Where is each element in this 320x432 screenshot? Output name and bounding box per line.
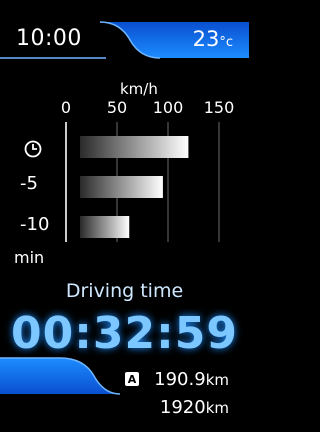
clock-icon xyxy=(24,140,42,158)
odometer-distance: 1920km xyxy=(160,397,229,418)
row-label-minus-10: -10 xyxy=(20,214,50,235)
trip-a-badge: A xyxy=(125,372,139,386)
speed-history-chart: km/h 0 50 100 150 -5 -10 min xyxy=(0,70,249,267)
cluster-display: 10:00 23°c km/h 0 50 100 150 -5 -10 min … xyxy=(0,0,249,432)
odometer-value: 1920 xyxy=(159,397,206,418)
y-unit-label: min xyxy=(14,248,45,267)
temperature-value: 23 xyxy=(192,27,220,51)
trip-distance-value: 190.9 xyxy=(154,369,206,390)
outside-temperature: 23°c xyxy=(193,27,233,51)
clock-time: 10:00 xyxy=(16,26,82,51)
status-bar: 10:00 23°c xyxy=(0,0,249,62)
trip-distance-unit: km xyxy=(205,371,229,389)
driving-time-label: Driving time xyxy=(65,280,184,302)
speed-bar-current xyxy=(80,136,189,158)
trip-distance: 190.9km xyxy=(154,369,229,390)
odometer-unit: km xyxy=(205,399,229,417)
speed-bar--5 xyxy=(80,176,163,198)
temperature-unit: °c xyxy=(219,35,233,50)
trip-bar-shape xyxy=(0,357,121,395)
row-label-minus-5: -5 xyxy=(20,173,38,194)
speed-bar--10 xyxy=(80,216,130,238)
trip-info-bar xyxy=(0,350,249,432)
